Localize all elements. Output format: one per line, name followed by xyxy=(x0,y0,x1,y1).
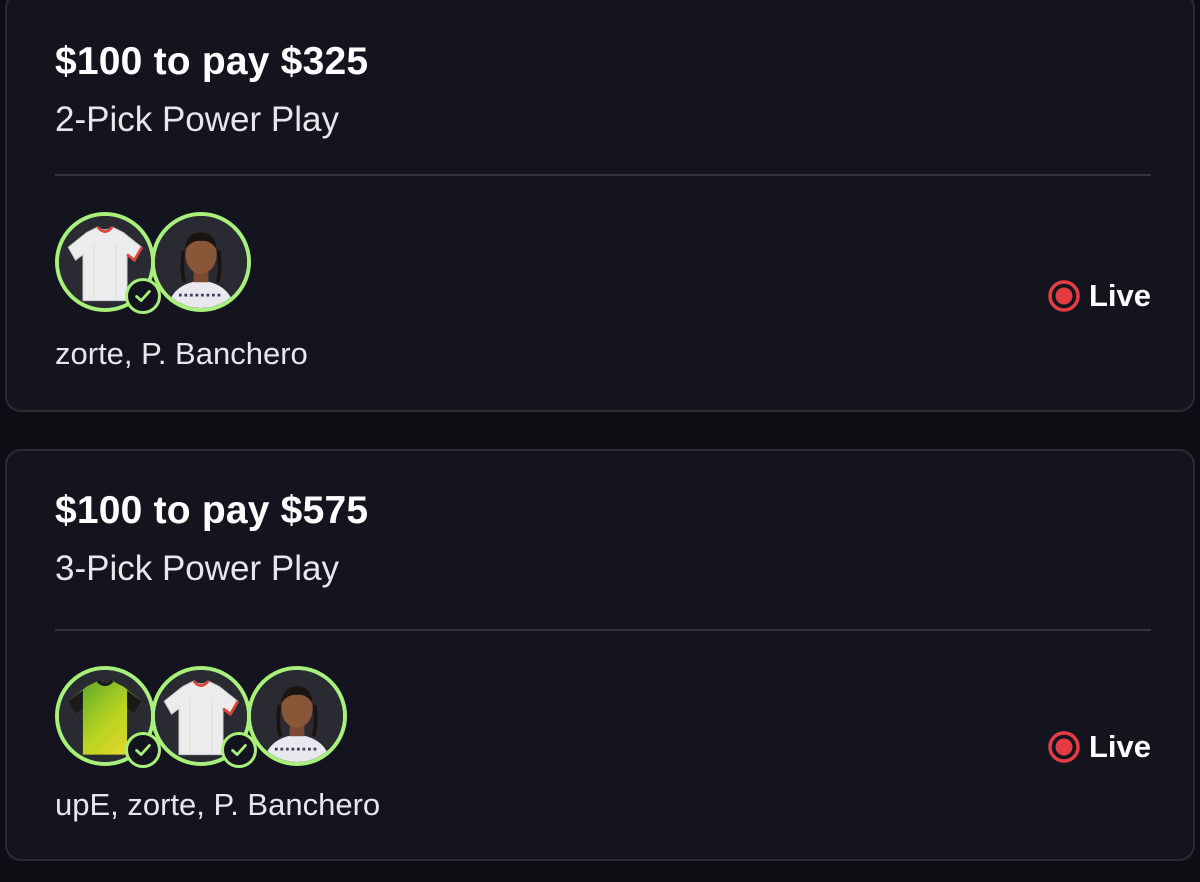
picked-players-names: zorte, P. Banchero xyxy=(55,336,308,371)
entry-type-subtitle: 2-Pick Power Play xyxy=(55,100,339,139)
check-icon xyxy=(221,732,257,768)
entry-payout-title: $100 to pay $575 xyxy=(55,489,369,532)
player-headshot-icon xyxy=(151,212,251,312)
divider xyxy=(55,629,1151,631)
pick-avatars xyxy=(55,666,375,768)
divider xyxy=(55,174,1151,176)
live-record-icon xyxy=(1048,731,1080,763)
live-status-badge: Live xyxy=(1047,729,1151,765)
player-headshot-icon xyxy=(247,666,347,766)
live-status-badge: Live xyxy=(1047,278,1151,314)
entry-type-subtitle: 3-Pick Power Play xyxy=(55,549,339,588)
live-record-icon xyxy=(1048,280,1080,312)
live-status-label: Live xyxy=(1088,278,1151,313)
picked-players-names: upE, zorte, P. Banchero xyxy=(55,787,381,822)
entry-card[interactable]: $100 to pay $325 2-Pick Power Play zorte… xyxy=(5,0,1195,412)
live-status-label: Live xyxy=(1088,729,1151,764)
entry-card[interactable]: $100 to pay $575 3-Pick Power Play upE, … xyxy=(5,449,1195,861)
check-icon xyxy=(125,278,161,314)
pick-avatars xyxy=(55,212,375,314)
check-icon xyxy=(125,732,161,768)
entry-payout-title: $100 to pay $325 xyxy=(55,40,369,83)
